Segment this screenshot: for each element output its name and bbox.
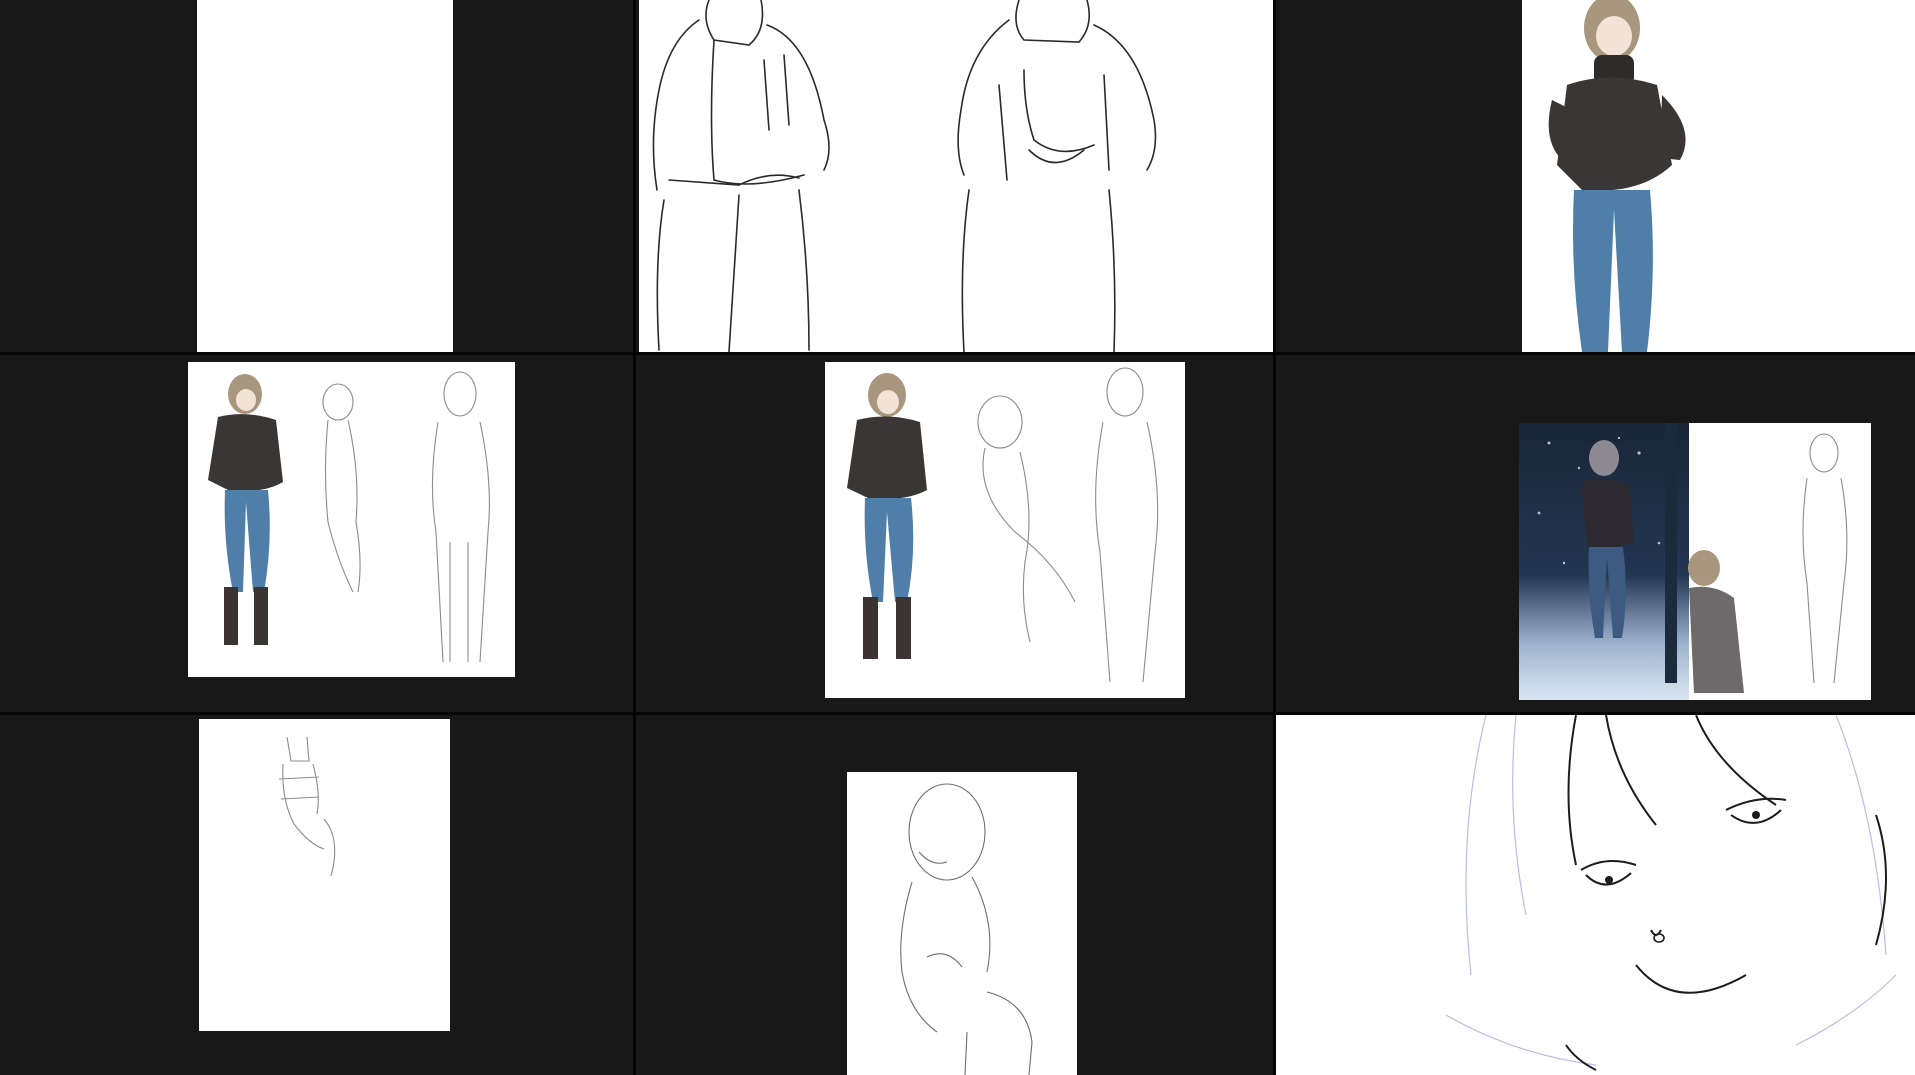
face-lineart-drawing bbox=[1445, 715, 1897, 1071]
panel-face-lineart-closeup bbox=[1276, 715, 1915, 1075]
scene-canvas bbox=[1519, 423, 1871, 700]
blank-canvas bbox=[197, 0, 453, 352]
leaning-canvas bbox=[847, 772, 1077, 1075]
colored-figure-drawing bbox=[1548, 0, 1686, 352]
panel-jacket-lineart-closeup bbox=[636, 0, 1276, 355]
panel-blank-canvas bbox=[0, 0, 636, 355]
leaning-drawing bbox=[900, 783, 1033, 1075]
panel-snow-night-scene bbox=[1276, 355, 1915, 715]
sheet-canvas bbox=[188, 362, 515, 677]
panel-colored-and-sketches-sheet bbox=[0, 355, 636, 715]
panel-grid bbox=[0, 0, 1915, 1075]
panel-colored-pose-sketches-sheet bbox=[636, 355, 1276, 715]
scene-drawing bbox=[1537, 423, 1848, 693]
jacket-lineart-drawing bbox=[652, 0, 1157, 352]
gesture-drawing bbox=[278, 736, 336, 877]
colored-canvas bbox=[1522, 0, 1915, 352]
panel-torso-gesture-sketch bbox=[0, 715, 636, 1075]
sheet-drawing-2 bbox=[847, 367, 1159, 683]
lineart-canvas bbox=[639, 0, 1273, 352]
sheet-canvas-2 bbox=[825, 362, 1185, 698]
sheet-drawing bbox=[208, 371, 490, 663]
panel-leaning-figure-sketch bbox=[636, 715, 1276, 1075]
panel-colored-figure-closeup bbox=[1276, 0, 1915, 355]
gesture-canvas bbox=[199, 719, 450, 1031]
